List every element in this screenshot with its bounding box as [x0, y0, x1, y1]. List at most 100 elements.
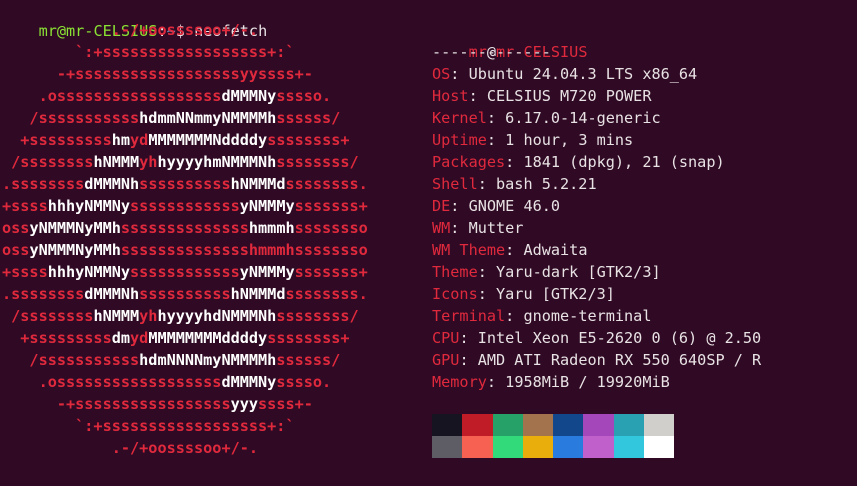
info-row: Terminal: gnome-terminal: [432, 305, 651, 327]
logo-segment: hhhyNMMNy: [47, 197, 131, 215]
logo-line: .-/+oossssoo+/-.: [2, 437, 258, 459]
logo-segment: /sssssssssss: [2, 351, 140, 369]
info-row: Theme: Yaru-dark [GTK2/3]: [432, 261, 661, 283]
logo-segment: hdmNNNNmyNMMMMh: [139, 351, 277, 369]
logo-line: /ssssssssssshdmNNNNmyNMMMMhssssss/: [2, 349, 340, 371]
info-label: Terminal: [432, 307, 506, 325]
info-row: Kernel: 6.17.0-14-generic: [432, 107, 661, 129]
info-label: CPU: [432, 329, 460, 347]
info-colon: :: [450, 65, 469, 83]
logo-segment: sssso.: [276, 373, 332, 391]
info-value: 6.17.0-14-generic: [505, 109, 661, 127]
logo-segment: MMMMMMMMddddy: [148, 329, 268, 347]
logo-line: ossyNMMMNyMMhsssssssssssssshmmmhssssssso: [2, 217, 368, 239]
info-colon: :: [486, 109, 506, 127]
logo-segment: .ssssssss: [2, 285, 85, 303]
info-separator: -------------: [432, 43, 551, 61]
logo-segment: ssssssssssss: [130, 197, 240, 215]
info-label: Uptime: [432, 131, 487, 149]
logo-line: +sssssssssdmydMMMMMMMMddddyssssssss+: [2, 327, 350, 349]
logo-segment: /ssssssss: [2, 153, 94, 171]
info-title: mr@mr-CELSIUS: [432, 19, 588, 61]
info-value: Intel Xeon E5-2620 0 (6) @ 2.50: [477, 329, 762, 347]
logo-segment: ssssssss/: [276, 153, 359, 171]
logo-segment: ssssssssssss: [130, 263, 240, 281]
logo-line: /ssssssssssshdmmNNmmyNMMMMhssssss/: [2, 107, 340, 129]
logo-segment: .-/+oossssoo+/-.: [2, 21, 259, 39]
color-swatch: [613, 414, 645, 436]
logo-line: +sssshhhyNMMNyssssssssssssyNMMMysssssss+: [2, 195, 368, 217]
color-swatch: [432, 414, 463, 436]
logo-segment: hNMMMd: [230, 285, 286, 303]
logo-line: `:+ssssssssssssssssss+:`: [2, 41, 295, 63]
logo-segment: sssssss+: [294, 263, 368, 281]
logo-segment: +ssss: [2, 263, 48, 281]
terminal-window[interactable]: mr@mr-CELSIUS:~$ neofetch .-/+oossssoo+/…: [0, 0, 857, 486]
info-colon: :: [477, 175, 497, 193]
logo-segment: `:+ssssssssssssssssss+:`: [2, 43, 295, 61]
info-value: 1 hour, 3 mins: [505, 131, 634, 149]
logo-segment: yd: [130, 329, 149, 347]
logo-segment: hNMMM: [93, 153, 140, 171]
logo-line: +ssssssssshmydMMMMMMMNddddyssssssss+: [2, 129, 349, 151]
logo-segment: hm: [111, 131, 131, 149]
color-swatch: [613, 436, 645, 458]
info-row: DE: GNOME 46.0: [432, 195, 560, 217]
logo-segment: dm: [111, 329, 131, 347]
info-label: Theme: [432, 263, 478, 281]
logo-segment: +sssssssss: [2, 131, 112, 149]
info-label: Host: [432, 87, 469, 105]
logo-segment: ssssssssss: [139, 285, 231, 303]
logo-segment: ssssssss+: [267, 329, 350, 347]
info-label: Icons: [432, 285, 478, 303]
info-row: Memory: 1958MiB / 19920MiB: [432, 371, 670, 393]
logo-segment: hNMMM: [93, 307, 140, 325]
logo-segment: dMMMNy: [221, 373, 277, 391]
logo-segment: oss: [2, 219, 30, 237]
logo-segment: ssssss/: [276, 351, 341, 369]
logo-segment: ssssssso: [294, 219, 368, 237]
info-value: AMD ATI Radeon RX 550 640SP / R: [477, 351, 762, 369]
info-label: Kernel: [432, 109, 487, 127]
logo-segment: sssso.: [276, 87, 332, 105]
info-value: Ubuntu 24.04.3 LTS x86_64: [468, 65, 698, 83]
info-colon: :: [450, 219, 469, 237]
logo-segment: dMMMNh: [84, 175, 140, 193]
info-label: WM Theme: [432, 241, 506, 259]
info-colon: :: [505, 241, 524, 259]
logo-segment: -+ssssssssssssssssssyyssss+-: [2, 65, 313, 83]
color-swatch: [553, 414, 584, 436]
info-colon: :: [468, 87, 487, 105]
color-swatch: [644, 436, 675, 458]
logo-line: /sssssssshNMMMyhhyyyyhmNMMMNhssssssss/: [2, 151, 359, 173]
info-value: 1958MiB / 19920MiB: [505, 373, 670, 391]
color-swatch: [583, 414, 614, 436]
logo-segment: yyy: [230, 395, 259, 413]
color-swatch: [462, 436, 493, 458]
color-swatch: [432, 436, 463, 458]
color-swatch: [583, 436, 614, 458]
info-row: GPU: AMD ATI Radeon RX 550 640SP / R: [432, 349, 761, 371]
info-row: WM: Mutter: [432, 217, 523, 239]
logo-segment: sssssss+: [294, 197, 368, 215]
logo-segment: hhhyNMMNy: [47, 263, 131, 281]
logo-line: .-/+oossssoo+/-.: [2, 19, 258, 41]
logo-segment: oss: [2, 241, 30, 259]
logo-segment: yh: [139, 307, 158, 325]
info-label: OS: [432, 65, 451, 83]
logo-segment: sssssssssssssshmmmhssssssso: [120, 241, 368, 259]
info-colon: :: [486, 373, 506, 391]
info-label: WM: [432, 219, 451, 237]
logo-segment: +ssss: [2, 197, 48, 215]
logo-segment: -+sssssssssssssssss: [2, 395, 231, 413]
logo-segment: hyyyyhmNMMMNh: [157, 153, 277, 171]
info-colon: :: [459, 351, 478, 369]
info-value: Yaru [GTK2/3]: [496, 285, 615, 303]
color-swatch: [522, 414, 554, 436]
info-row: Shell: bash 5.2.21: [432, 173, 597, 195]
color-swatch: [492, 436, 523, 458]
logo-segment: +sssssssss: [2, 329, 112, 347]
logo-segment: MMMMMMMNddddy: [148, 131, 268, 149]
logo-line: `:+ssssssssssssssssss+:`: [2, 415, 294, 437]
logo-segment: .ossssssssssssssssss: [2, 373, 222, 391]
